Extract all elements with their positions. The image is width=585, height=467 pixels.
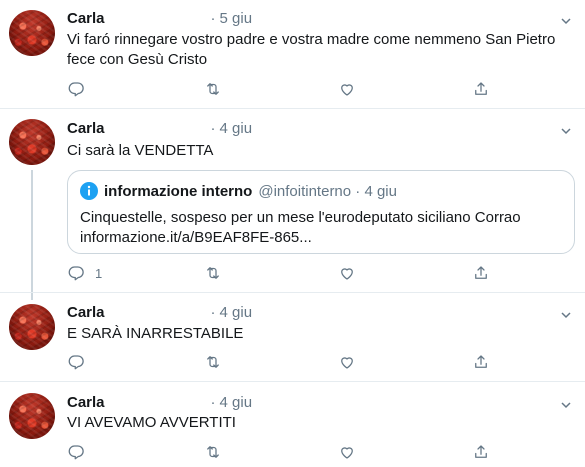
chevron-down-icon[interactable] [561, 16, 571, 26]
reply-icon [68, 355, 84, 370]
display-name[interactable]: Carla [67, 120, 105, 137]
share-icon [475, 266, 487, 279]
reply-icon [68, 82, 84, 97]
reply-button[interactable] [67, 352, 85, 372]
tweet-text: E SARÀ INARRESTABILE [67, 325, 244, 342]
reply-button[interactable] [67, 442, 85, 462]
separator-dot: · [210, 10, 216, 27]
tweet-date[interactable]: 4 giu [220, 394, 253, 411]
separator-dot: · [210, 120, 216, 137]
info-icon [80, 182, 98, 200]
avatar[interactable] [9, 304, 55, 350]
share-button[interactable] [472, 79, 490, 99]
tweet-text: Ci sarà la VENDETTA [67, 142, 214, 159]
reply-button[interactable] [67, 79, 85, 99]
heart-icon [341, 84, 353, 96]
retweet-icon [207, 83, 219, 95]
quoted-display-name[interactable]: informazione interno [104, 183, 252, 200]
tweet-date[interactable]: 4 giu [220, 304, 253, 321]
retweet-button[interactable] [204, 442, 222, 462]
share-icon [475, 355, 487, 368]
tweet-date[interactable]: 5 giu [220, 10, 253, 27]
reply-count: 1 [95, 265, 103, 281]
retweet-button[interactable] [204, 79, 222, 99]
reply-icon [68, 266, 84, 281]
retweet-button[interactable] [204, 352, 222, 372]
avatar[interactable] [9, 119, 55, 165]
tweet-text: Vi faró rinnegare vostro padre e vostra … [67, 31, 556, 68]
share-button[interactable] [472, 352, 490, 372]
share-button[interactable] [472, 442, 490, 462]
display-name[interactable]: Carla [67, 394, 105, 411]
quoted-tweet-card[interactable]: informazione interno @infoitinterno · 4 … [67, 170, 575, 254]
chevron-down-icon[interactable] [561, 126, 571, 136]
chevron-down-icon[interactable] [561, 400, 571, 410]
chevron-down-icon[interactable] [561, 310, 571, 320]
divider [0, 381, 585, 382]
share-button[interactable] [472, 263, 490, 283]
display-name[interactable]: Carla [67, 304, 105, 321]
like-button[interactable] [338, 79, 356, 99]
like-button[interactable] [338, 442, 356, 462]
tweet-date[interactable]: 4 giu [220, 120, 253, 137]
like-button[interactable] [338, 263, 356, 283]
quoted-handle[interactable]: @infoitinterno · 4 giu [258, 183, 397, 200]
share-icon [475, 445, 487, 458]
reply-button[interactable]: 1 [67, 263, 102, 283]
retweet-icon [207, 356, 219, 368]
display-name[interactable]: Carla [67, 10, 105, 27]
retweet-icon [207, 267, 219, 279]
tweet-text: VI AVEVAMO AVVERTITI [67, 414, 236, 431]
divider [0, 292, 585, 293]
heart-icon [341, 357, 353, 369]
like-button[interactable] [338, 352, 356, 372]
retweet-button[interactable] [204, 263, 222, 283]
thread-connector [31, 170, 33, 300]
avatar[interactable] [9, 393, 55, 439]
heart-icon [341, 447, 353, 459]
separator-dot: · [210, 394, 216, 411]
heart-icon [341, 268, 353, 280]
retweet-icon [207, 446, 219, 458]
share-icon [475, 82, 487, 95]
quoted-text: Cinquestelle, sospeso per un mese l'euro… [80, 209, 521, 246]
divider [0, 108, 585, 109]
separator-dot: · [210, 304, 216, 321]
reply-icon [68, 445, 84, 460]
avatar[interactable] [9, 10, 55, 56]
